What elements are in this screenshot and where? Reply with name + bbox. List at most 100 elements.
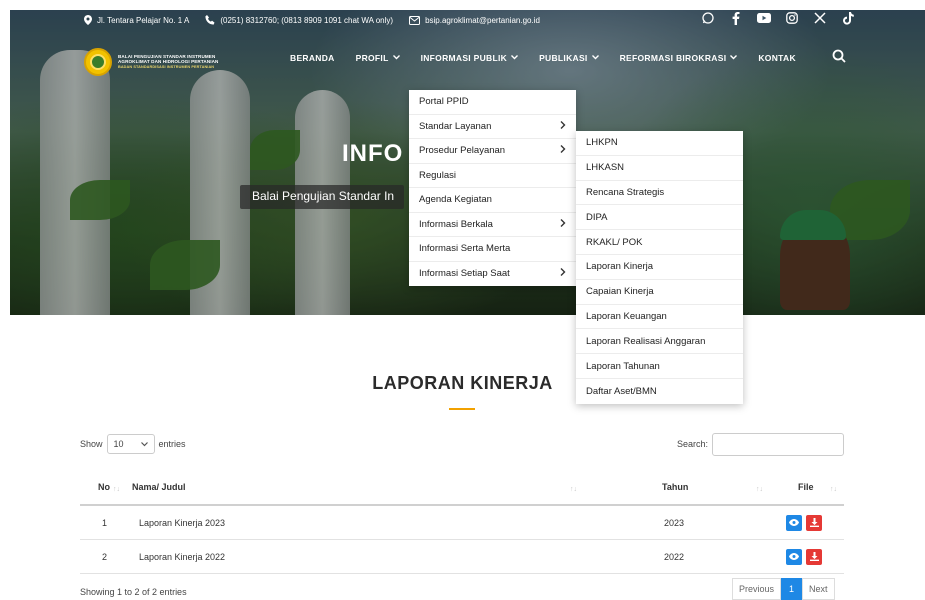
eye-icon [789,519,799,526]
cell-no: 2 [102,551,108,562]
chevron-down-icon [511,54,519,62]
column-header-no[interactable]: No [98,470,110,504]
submenu-item-capaian-kinerja[interactable]: Capaian Kinerja [576,280,743,305]
menu-item-informasi-berkala[interactable]: Informasi Berkala [409,213,576,237]
x-icon[interactable] [813,11,827,25]
page-title: LAPORAN KINERJA [372,373,553,393]
submenu-item-daftar-aset-bmn[interactable]: Daftar Aset/BMN [576,379,743,404]
submenu-item-rkakl-pok[interactable]: RKAKL/ POK [576,230,743,255]
view-file-button[interactable] [786,548,802,565]
menu-item-regulasi[interactable]: Regulasi [409,164,576,188]
envelope-icon [409,15,421,25]
data-table: No ↑↓ Nama/ Judul ↑↓ Tahun ↑↓ File ↑↓ 1 … [80,470,844,574]
header-label: Nama/ Judul [132,482,186,492]
instagram-icon[interactable] [785,11,799,25]
pagination-previous[interactable]: Previous [732,578,782,600]
table-header-row: No ↑↓ Nama/ Judul ↑↓ Tahun ↑↓ File ↑↓ [80,470,844,506]
nav-item-informasi-publik[interactable]: INFORMASI PUBLIK [421,53,519,63]
nav-item-profil[interactable]: PROFIL [356,53,400,63]
chevron-down-icon [730,54,738,62]
submenu-item-label: Capaian Kinerja [586,286,654,298]
hero-title: INFO [342,140,404,167]
download-file-button[interactable] [806,514,822,531]
column-header-year[interactable]: Tahun [662,470,688,504]
nav-item-label: BERANDA [290,53,335,63]
informasi-berkala-submenu: LHKPN LHKASN Rencana Strategis DIPA RKAK… [576,131,743,404]
eye-icon [789,553,799,560]
entries-select[interactable]: 10 [106,434,155,454]
submenu-item-label: DIPA [586,211,608,223]
show-label: Show [80,439,103,449]
logo-emblem-icon [84,48,112,76]
nav-item-label: KONTAK [758,53,796,63]
submenu-item-label: Rencana Strategis [586,186,665,198]
cell-no: 1 [102,517,108,528]
submenu-item-laporan-realisasi-anggaran[interactable]: Laporan Realisasi Anggaran [576,329,743,355]
nav-item-kontak[interactable]: KONTAK [758,53,796,63]
submenu-item-label: Laporan Kinerja [586,261,654,273]
cell-file-actions [786,540,822,573]
tiktok-icon[interactable] [841,11,855,25]
pagination-next[interactable]: Next [802,578,835,600]
search-input[interactable] [712,433,844,456]
view-file-button[interactable] [786,514,802,531]
submenu-item-laporan-keuangan[interactable]: Laporan Keuangan [576,305,743,330]
menu-item-label: Informasi Berkala [419,218,493,230]
menu-item-label: Agenda Kegiatan [419,194,492,206]
submenu-item-lhkasn[interactable]: LHKASN [576,156,743,181]
menu-item-standar-layanan[interactable]: Standar Layanan [409,115,576,139]
nav-item-publikasi[interactable]: PUBLIKASI [539,53,599,63]
menu-item-label: Regulasi [419,169,456,181]
cell-title: Laporan Kinerja 2022 [139,551,226,562]
chevron-right-icon [560,145,566,156]
pagination-page-1[interactable]: 1 [781,578,803,600]
entries-label: entries [158,439,186,449]
chevron-right-icon [560,120,566,132]
sort-icon: ↑↓ [756,486,763,493]
submenu-item-laporan-tahunan[interactable]: Laporan Tahunan [576,354,743,379]
submenu-item-label: LHKASN [586,162,625,174]
hero-subtitle: Balai Pengujian Standar In [240,185,405,209]
facebook-icon[interactable] [729,11,743,25]
phone-icon [205,15,215,25]
submenu-item-rencana-strategis[interactable]: Rencana Strategis [576,181,743,206]
submenu-item-lhkpn[interactable]: LHKPN [576,131,743,156]
cell-file-actions [786,506,822,539]
chevron-right-icon [560,268,566,279]
search-icon[interactable] [832,49,848,65]
nav-item-reformasi-birokrasi[interactable]: REFORMASI BIROKRASI [620,53,738,63]
table-info: Showing 1 to 2 of 2 entries [80,587,187,597]
location-pin-icon [84,15,92,25]
column-header-file[interactable]: File [798,470,814,504]
column-header-title[interactable]: Nama/ Judul [132,470,186,504]
menu-item-portal-ppid[interactable]: Portal PPID [409,90,576,115]
submenu-item-label: Laporan Realisasi Anggaran [586,335,706,347]
menu-item-agenda-kegiatan[interactable]: Agenda Kegiatan [409,188,576,213]
phone-item: (0251) 8312760; (0813 8909 1091 chat WA … [205,15,393,25]
download-file-button[interactable] [806,548,822,565]
logo-line2: AGROKLIMAT DAN HIDROLOGI PERTANIAN [118,59,219,65]
submenu-item-dipa[interactable]: DIPA [576,205,743,231]
address-text: Jl. Tentara Pelajar No. 1 A [97,15,190,25]
menu-item-informasi-setiap-saat[interactable]: Informasi Setiap Saat [409,262,576,287]
menu-item-label: Informasi Setiap Saat [419,268,510,280]
nav-item-beranda[interactable]: BERANDA [290,53,335,63]
chevron-down-icon [140,439,148,449]
header-label: No [98,482,110,492]
menu-item-prosedur-pelayanan[interactable]: Prosedur Pelayanan [409,139,576,164]
submenu-item-laporan-kinerja[interactable]: Laporan Kinerja [576,255,743,280]
informasi-publik-dropdown: Portal PPID Standar Layanan Prosedur Pel… [409,90,576,286]
whatsapp-icon[interactable] [701,11,715,25]
sort-icon: ↑↓ [830,486,837,493]
download-icon [809,518,819,527]
logo-line3: BADAN STANDARDISASI INSTRUMEN PERTANIAN [118,64,215,69]
site-logo[interactable]: BALAI PENGUJIAN STANDAR INSTRUMEN AGROKL… [84,48,218,76]
youtube-icon[interactable] [757,11,771,25]
email-text: bsip.agroklimat@pertanian.go.id [425,15,540,25]
chevron-down-icon [591,54,599,62]
title-underline [449,408,475,410]
sort-icon: ↑↓ [570,486,577,493]
menu-item-label: Standar Layanan [419,120,492,132]
menu-item-informasi-serta-merta[interactable]: Informasi Serta Merta [409,237,576,262]
main-navigation: BALAI PENGUJIAN STANDAR INSTRUMEN AGROKL… [10,40,925,84]
